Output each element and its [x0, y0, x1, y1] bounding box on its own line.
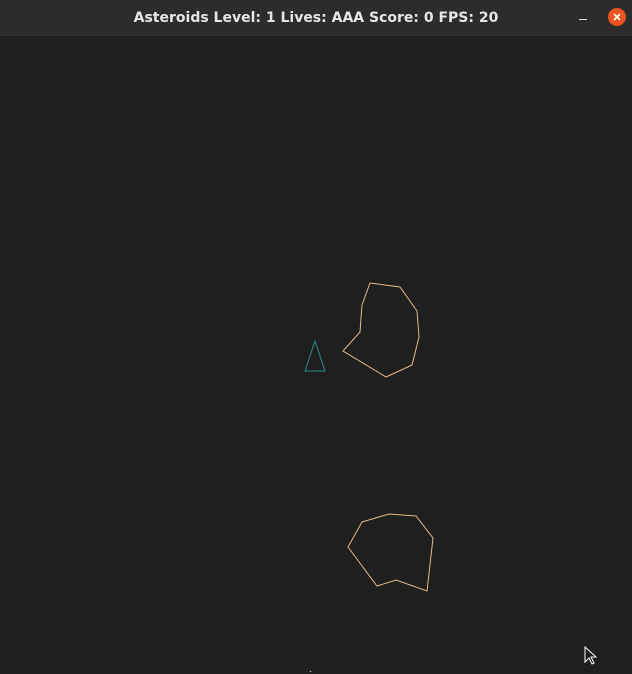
game-scene: [304, 282, 434, 673]
player-ship: [304, 339, 326, 372]
minimize-icon: [579, 19, 587, 20]
bullet: [309, 670, 312, 673]
asteroid-2: [347, 513, 434, 592]
title-bar[interactable]: Asteroids Level: 1 Lives: AAA Score: 0 F…: [0, 0, 632, 37]
mouse-pointer-icon: [584, 645, 598, 670]
close-icon: [613, 13, 621, 21]
close-button[interactable]: [608, 8, 626, 26]
window-title: Asteroids Level: 1 Lives: AAA Score: 0 F…: [133, 10, 499, 26]
minimize-button[interactable]: [574, 9, 592, 27]
game-window: Asteroids Level: 1 Lives: AAA Score: 0 F…: [0, 0, 632, 674]
game-canvas[interactable]: [0, 37, 632, 674]
asteroid-1: [342, 282, 420, 378]
